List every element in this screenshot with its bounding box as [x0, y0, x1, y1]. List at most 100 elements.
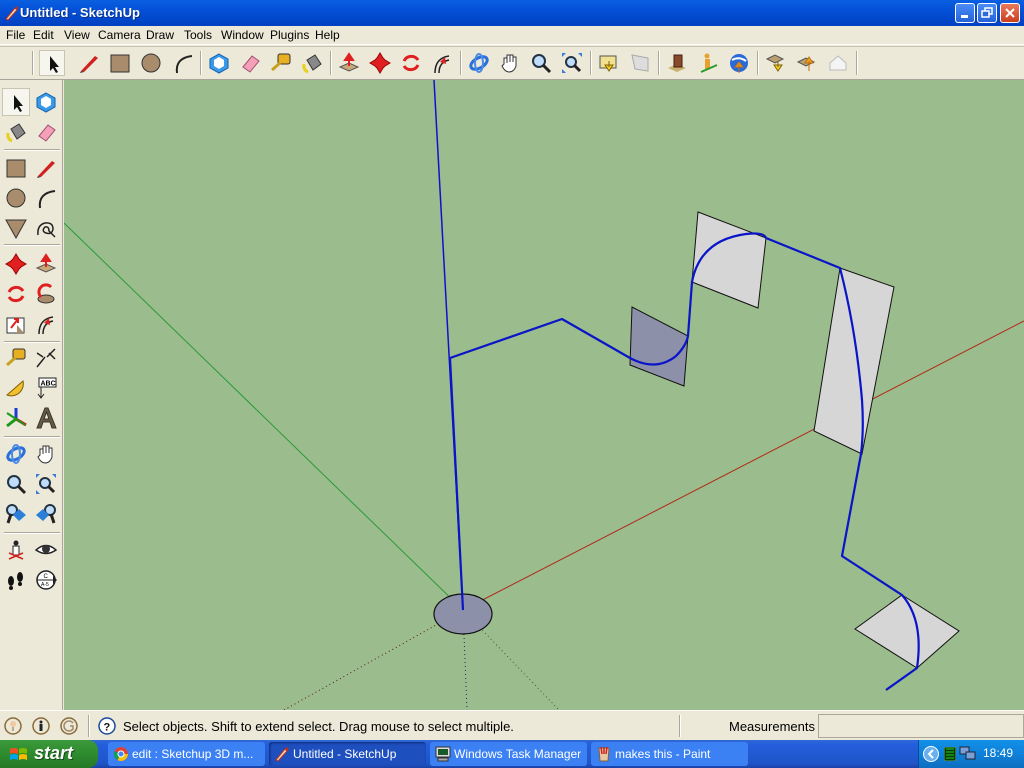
menu-camera[interactable]: Camera: [98, 28, 141, 42]
measurements-input[interactable]: [818, 714, 1024, 738]
help-icon[interactable]: ?: [98, 717, 116, 735]
side-tool-walk[interactable]: [2, 566, 30, 594]
side-tool-follow-me[interactable]: [32, 280, 60, 308]
side-tool-rotate[interactable]: [2, 280, 30, 308]
credits-icon[interactable]: [32, 717, 50, 735]
dimension-icon: [36, 348, 56, 368]
tool-rectangle[interactable]: [107, 50, 133, 76]
tool-google-earth[interactable]: [726, 50, 752, 76]
menu-window[interactable]: Window: [221, 28, 264, 42]
task-button-task-manager[interactable]: Windows Task Manager: [430, 742, 587, 766]
tool-select[interactable]: [39, 50, 65, 76]
sidebar-separator: [4, 436, 60, 438]
tool-rotate[interactable]: [398, 50, 424, 76]
zoom-extents-icon: [562, 53, 582, 73]
model-scene[interactable]: [64, 80, 1024, 710]
section-face-4[interactable]: [854, 594, 960, 669]
side-tool-line[interactable]: [32, 154, 60, 182]
side-tool-protractor[interactable]: [2, 374, 30, 402]
tool-get-models[interactable]: [596, 50, 622, 76]
side-tool-position-camera[interactable]: [2, 536, 30, 564]
task-manager-tray-icon[interactable]: [944, 747, 956, 761]
arc-icon: [38, 190, 56, 209]
side-tool-polygon[interactable]: [2, 214, 30, 242]
side-tool-offset[interactable]: [32, 310, 60, 338]
red-axis-negative: [283, 609, 464, 710]
menu-plugins[interactable]: Plugins: [270, 28, 309, 42]
drawing-viewport[interactable]: [64, 80, 1024, 710]
follow-me-path[interactable]: [448, 232, 920, 691]
tool-eraser[interactable]: [237, 50, 263, 76]
side-tool-zoom-window[interactable]: [32, 470, 60, 498]
section-face-2[interactable]: [691, 211, 767, 309]
tool-follow-me[interactable]: [429, 50, 455, 76]
side-tool-section-plane[interactable]: C A-5: [32, 566, 60, 594]
side-tool-push-pull[interactable]: [32, 250, 60, 278]
side-tool-eraser[interactable]: [32, 118, 60, 146]
eraser-icon: [38, 124, 56, 142]
side-tool-previous[interactable]: [2, 500, 30, 528]
menu-tools[interactable]: Tools: [184, 28, 212, 42]
task-button-paint[interactable]: makes this - Paint: [591, 742, 748, 766]
side-tool-zoom[interactable]: [2, 470, 30, 498]
side-tool-paint-bucket[interactable]: [2, 118, 30, 146]
minimize-button[interactable]: [955, 3, 975, 23]
task-button-chrome[interactable]: edit : Sketchup 3D m...: [108, 742, 265, 766]
side-tool-freehand[interactable]: [32, 214, 60, 242]
side-tool-3d-text[interactable]: [32, 404, 60, 432]
menu-view[interactable]: View: [64, 28, 90, 42]
side-tool-axes[interactable]: [2, 404, 30, 432]
tool-circle[interactable]: [138, 50, 164, 76]
google-icon[interactable]: [60, 717, 78, 735]
clock: 18:49: [983, 746, 1014, 760]
tool-add-location[interactable]: [664, 50, 690, 76]
side-tool-rectangle[interactable]: [2, 154, 30, 182]
menu-file[interactable]: File: [6, 28, 25, 42]
menu-edit[interactable]: Edit: [33, 28, 54, 42]
tool-zoom-extents[interactable]: [559, 50, 585, 76]
network-icon[interactable]: [959, 746, 977, 762]
side-tool-next[interactable]: [32, 500, 60, 528]
tool-make-component[interactable]: [206, 50, 232, 76]
side-tool-dimension[interactable]: [32, 344, 60, 372]
show-hidden-icons-chevron-icon[interactable]: [923, 746, 939, 762]
side-tool-pan[interactable]: [32, 440, 60, 468]
tool-push-pull[interactable]: [336, 50, 362, 76]
tool-get-components[interactable]: [763, 50, 789, 76]
side-tool-text[interactable]: ABC: [32, 374, 60, 402]
orbit-icon: [6, 444, 26, 464]
restore-button[interactable]: [977, 3, 997, 23]
svg-text:A-5: A-5: [41, 582, 49, 588]
tool-upload-component[interactable]: [825, 50, 851, 76]
section-face-3[interactable]: [813, 267, 895, 455]
side-tool-scale[interactable]: [2, 310, 30, 338]
side-tool-circle[interactable]: [2, 184, 30, 212]
close-button[interactable]: [1000, 3, 1020, 23]
side-tool-move[interactable]: [2, 250, 30, 278]
side-tool-make-component[interactable]: [32, 88, 60, 116]
tool-share-component[interactable]: [794, 50, 820, 76]
side-tool-orbit[interactable]: [2, 440, 30, 468]
side-tool-select[interactable]: [2, 88, 30, 116]
tool-arc[interactable]: [170, 50, 196, 76]
menu-draw[interactable]: Draw: [146, 28, 174, 42]
tool-move[interactable]: [367, 50, 393, 76]
task-button-sketchup[interactable]: Untitled - SketchUp: [269, 742, 426, 766]
tool-zoom[interactable]: [528, 50, 554, 76]
toolbar-grip[interactable]: [32, 51, 34, 75]
tool-share-model[interactable]: [627, 50, 653, 76]
tool-pan[interactable]: [497, 50, 523, 76]
start-button[interactable]: start: [0, 740, 98, 768]
tool-add-building[interactable]: [695, 50, 721, 76]
tool-tape-measure[interactable]: [268, 50, 294, 76]
side-tool-tape-measure[interactable]: [2, 344, 30, 372]
side-tool-arc[interactable]: [32, 184, 60, 212]
tool-line[interactable]: [76, 50, 102, 76]
paint-bucket-icon: [6, 123, 26, 143]
section-face-1[interactable]: [629, 306, 689, 387]
tool-paint-bucket[interactable]: [299, 50, 325, 76]
menu-help[interactable]: Help: [315, 28, 340, 42]
tool-orbit[interactable]: [466, 50, 492, 76]
side-tool-look-around[interactable]: [32, 536, 60, 564]
geo-location-icon[interactable]: [4, 717, 22, 735]
